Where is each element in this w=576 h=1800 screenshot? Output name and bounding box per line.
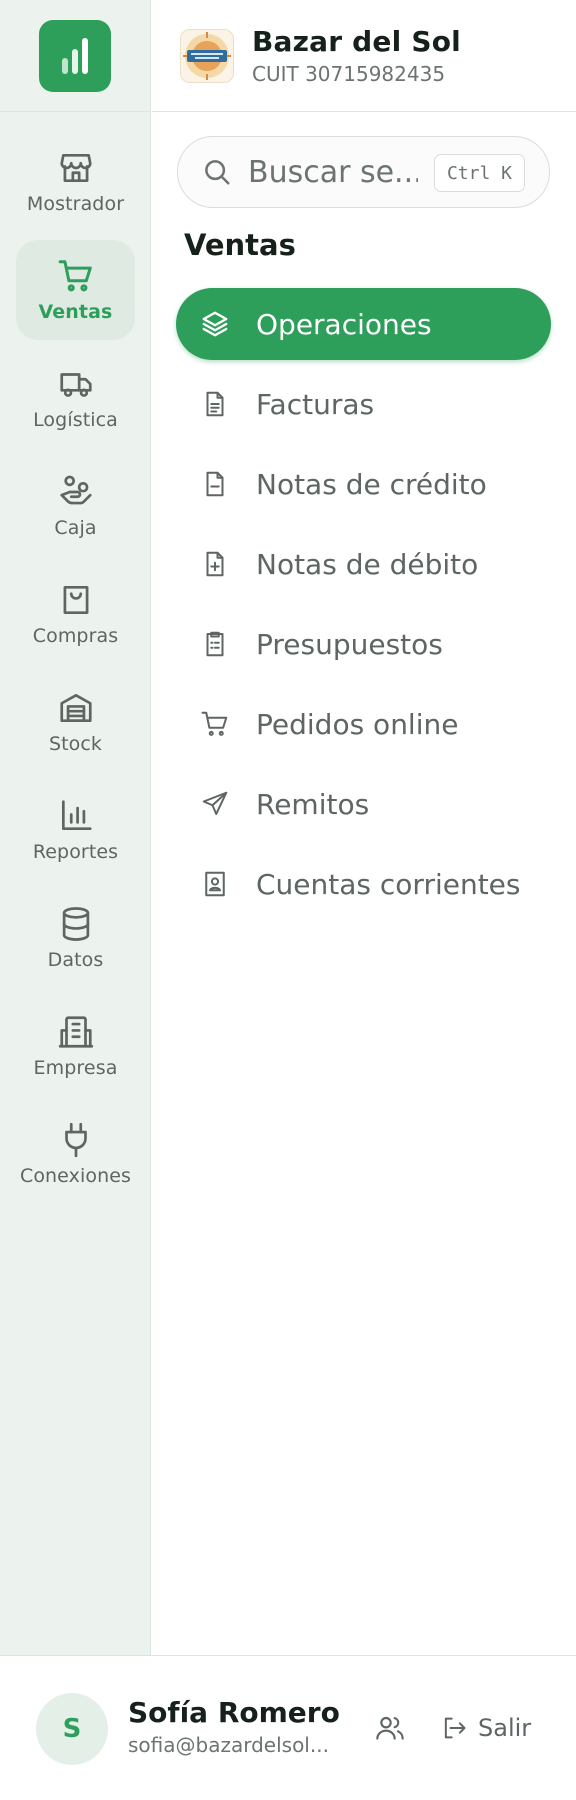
menu-item-presupuestos[interactable]: Presupuestos: [176, 608, 551, 680]
shortcut-hint: Ctrl K: [433, 154, 525, 192]
hand-coins-icon: [59, 475, 92, 505]
rail-item-compras[interactable]: Compras: [16, 564, 135, 664]
search-input[interactable]: [248, 154, 418, 190]
logout-label: Salir: [478, 1714, 532, 1742]
user-email: sofia@bazardelsol...: [128, 1733, 329, 1757]
cart-icon: [201, 711, 228, 736]
rail-item-caja[interactable]: Caja: [16, 456, 135, 556]
rail-item-label: Caja: [54, 517, 97, 539]
rail-item-label: Reportes: [32, 841, 119, 863]
clipboard-list-icon: [206, 631, 224, 657]
user-info: Sofía Romero sofia@bazardelsol...: [128, 1696, 343, 1757]
send-icon: [202, 791, 228, 815]
menu-item-label: Notas de crédito: [256, 467, 487, 501]
users-icon: [376, 1716, 404, 1740]
contact-book-icon: [205, 871, 225, 897]
user-footer: S Sofía Romero sofia@bazardelsol... Sali…: [0, 1655, 576, 1800]
store-logo: [180, 28, 234, 83]
rail-item-label: Empresa: [33, 1057, 118, 1079]
team-button[interactable]: [370, 1708, 410, 1748]
logout-button[interactable]: Salir: [440, 1708, 531, 1748]
logout-icon: [444, 1717, 466, 1739]
cart-icon: [58, 260, 92, 292]
layers-icon: [202, 311, 228, 337]
warehouse-icon: [59, 693, 92, 723]
rail-logo-area: [0, 0, 150, 112]
rail-item-label: Stock: [48, 733, 103, 755]
search-icon: [205, 160, 230, 185]
database-icon: [62, 907, 89, 941]
rail-item-label: Logística: [33, 409, 118, 431]
rail-item-label: Conexiones: [19, 1165, 132, 1187]
store-header[interactable]: Bazar del Sol CUIT 30715982435: [152, 0, 576, 112]
menu-item-cuentas-corrientes[interactable]: Cuentas corrientes: [176, 848, 551, 920]
rail-item-label: Datos: [47, 949, 104, 971]
shopping-bag-icon: [63, 585, 88, 615]
app-logo[interactable]: [39, 19, 111, 92]
store-cuit: CUIT 30715982435: [252, 62, 446, 86]
menu-item-label: Presupuestos: [256, 627, 443, 661]
file-minus-icon: [206, 471, 224, 497]
rail-item-label: Ventas: [38, 301, 113, 323]
rail-item-reportes[interactable]: Reportes: [16, 780, 135, 880]
menu-item-label: Pedidos online: [256, 707, 459, 741]
search-box[interactable]: Ctrl K: [177, 136, 550, 208]
section-title: Ventas: [184, 228, 296, 262]
rail-item-empresa[interactable]: Empresa: [16, 996, 135, 1096]
rail-item-logistica[interactable]: Logística: [16, 348, 135, 448]
user-name: Sofía Romero: [128, 1696, 340, 1729]
rail-item-mostrador[interactable]: Mostrador: [16, 132, 135, 232]
store-logo-icon: [183, 31, 231, 80]
store-name: Bazar del Sol: [252, 25, 461, 58]
menu-item-notas-debito[interactable]: Notas de débito: [176, 528, 551, 600]
avatar[interactable]: S: [36, 1693, 108, 1765]
rail-item-conexiones[interactable]: Conexiones: [16, 1104, 135, 1204]
menu-item-label: Operaciones: [256, 307, 432, 341]
rail-item-stock[interactable]: Stock: [16, 672, 135, 772]
rail-item-label: Mostrador: [26, 193, 125, 215]
app-rail: Mostrador Ventas Logística Caja Compras …: [0, 0, 151, 1655]
menu-item-label: Cuentas corrientes: [256, 867, 521, 901]
store-icon: [59, 153, 92, 183]
menu-item-pedidos-online[interactable]: Pedidos online: [176, 688, 551, 760]
rail-item-datos[interactable]: Datos: [16, 888, 135, 988]
store-info: Bazar del Sol CUIT 30715982435: [252, 25, 461, 86]
menu-item-remitos[interactable]: Remitos: [176, 768, 551, 840]
menu-item-operaciones[interactable]: Operaciones: [176, 288, 551, 360]
rail-item-label: Compras: [32, 625, 119, 647]
menu-item-notas-credito[interactable]: Notas de crédito: [176, 448, 551, 520]
bar-chart-icon: [62, 37, 88, 74]
menu-item-label: Remitos: [256, 787, 370, 821]
truck-icon: [59, 373, 92, 397]
menu-item-label: Facturas: [256, 387, 375, 421]
rail-item-ventas[interactable]: Ventas: [16, 240, 135, 340]
bar-chart-icon: [61, 800, 92, 831]
building-icon: [58, 1016, 93, 1048]
file-plus-icon: [206, 551, 224, 577]
file-text-icon: [206, 391, 224, 417]
plug-icon: [64, 1122, 87, 1158]
menu-item-facturas[interactable]: Facturas: [176, 368, 551, 440]
menu-item-label: Notas de débito: [256, 547, 479, 581]
